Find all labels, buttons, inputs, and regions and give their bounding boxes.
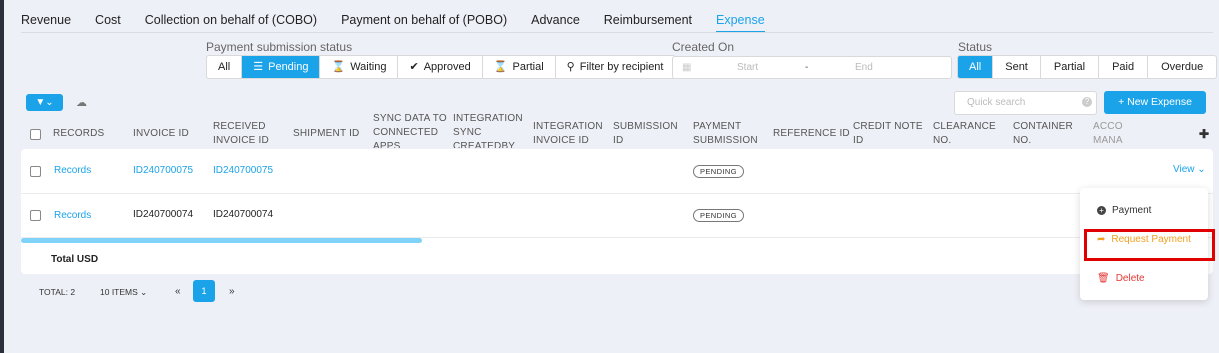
horizontal-scrollbar[interactable] bbox=[21, 238, 422, 243]
table-body bbox=[21, 149, 1213, 274]
status-badge: PENDING bbox=[693, 165, 744, 178]
payment-status-all[interactable]: All bbox=[207, 56, 243, 78]
col-payment-submission[interactable]: PAYMENT SUBMISSION bbox=[693, 120, 763, 148]
menu-item-payment-label: Payment bbox=[1112, 205, 1152, 216]
status-partial[interactable]: Partial bbox=[1041, 56, 1100, 78]
tab-revenue[interactable]: Revenue bbox=[21, 10, 71, 33]
check-icon: ✔ bbox=[409, 61, 419, 73]
received-invoice-id-link[interactable]: ID240700075 bbox=[213, 165, 273, 176]
payment-status-all-label: All bbox=[218, 61, 231, 73]
col-invoice-id[interactable]: INVOICE ID bbox=[133, 127, 189, 141]
col-integration-invoice-id[interactable]: INTEGRATION INVOICE ID bbox=[533, 120, 605, 148]
records-link[interactable]: Records bbox=[54, 165, 91, 176]
col-credit-note-id[interactable]: CREDIT NOTE ID bbox=[853, 120, 923, 148]
hourglass-icon: ⌛ bbox=[493, 61, 508, 73]
left-sidebar-edge bbox=[0, 0, 4, 353]
col-account-manager[interactable]: ACCO MANA bbox=[1093, 120, 1123, 148]
chevron-down-icon: ⌄ bbox=[140, 287, 148, 297]
received-invoice-id: ID240700074 bbox=[213, 209, 274, 220]
list-icon: ☰ bbox=[253, 61, 264, 73]
row-checkbox[interactable] bbox=[30, 210, 41, 221]
payment-status-partial[interactable]: ⌛ Partial bbox=[483, 56, 556, 78]
tab-cobo[interactable]: Collection on behalf of (COBO) bbox=[145, 10, 317, 33]
row-divider bbox=[21, 193, 1213, 194]
col-received-invoice-id[interactable]: RECEIVED INVOICE ID bbox=[213, 120, 283, 148]
quick-search-input[interactable]: Quick search ? bbox=[954, 91, 1097, 115]
created-on-date-range[interactable]: ▦ Start - End bbox=[672, 56, 952, 79]
quick-search-placeholder: Quick search bbox=[967, 97, 1026, 108]
payment-status-pending[interactable]: ☰ Pending bbox=[242, 56, 321, 78]
menu-item-delete-label: Delete bbox=[1115, 273, 1145, 284]
trash-icon: 🗑 bbox=[1097, 273, 1110, 284]
col-container-no[interactable]: CONTAINER NO. bbox=[1013, 120, 1083, 148]
filter-by-recipient-label: Filter by recipient bbox=[579, 61, 664, 73]
hourglass-icon: ⌛ bbox=[331, 61, 346, 73]
col-submission-id[interactable]: SUBMISSION ID bbox=[613, 120, 678, 148]
status-sent[interactable]: Sent bbox=[993, 56, 1041, 78]
status-all[interactable]: All bbox=[958, 56, 994, 78]
total-usd-label: Total USD bbox=[51, 254, 99, 265]
payment-status-waiting-label: Waiting bbox=[350, 61, 387, 73]
tab-pobo[interactable]: Payment on behalf of (POBO) bbox=[341, 10, 507, 33]
payment-status-label: Payment submission status bbox=[206, 40, 353, 54]
col-records[interactable]: RECORDS bbox=[53, 127, 104, 141]
filter-by-recipient[interactable]: ⚲ Filter by recipient bbox=[556, 56, 675, 78]
col-clearance-no[interactable]: CLEARANCE NO. bbox=[933, 120, 1003, 148]
calendar-icon: ▦ bbox=[682, 62, 692, 73]
records-link[interactable]: Records bbox=[54, 210, 91, 221]
search-icon: ⚲ bbox=[566, 61, 575, 73]
select-all-checkbox[interactable] bbox=[30, 129, 41, 140]
status-paid[interactable]: Paid bbox=[1099, 56, 1149, 78]
help-icon: ? bbox=[1082, 97, 1092, 107]
status-label: Status bbox=[958, 40, 993, 54]
chevron-down-icon: ⌄ bbox=[1197, 164, 1206, 175]
highlight-box bbox=[1084, 229, 1215, 261]
payment-status-segment: All ☰ Pending ⌛ Waiting ✔ Approved ⌛ Partial… bbox=[206, 55, 676, 79]
date-separator: - bbox=[805, 62, 809, 73]
date-end[interactable]: End bbox=[855, 62, 873, 73]
menu-item-payment[interactable]: + Payment bbox=[1097, 205, 1151, 216]
payment-status-approved[interactable]: ✔ Approved bbox=[398, 56, 483, 78]
cloud-download-icon[interactable]: ☁ bbox=[76, 96, 87, 109]
menu-item-delete[interactable]: 🗑 Delete bbox=[1097, 273, 1145, 284]
prev-page-button[interactable]: « bbox=[175, 286, 181, 297]
tab-cost[interactable]: Cost bbox=[95, 10, 121, 33]
filter-icon: ▼⌄ bbox=[35, 97, 54, 108]
payment-status-pending-label: Pending bbox=[268, 61, 309, 73]
page-size-label: 10 ITEMS bbox=[100, 287, 138, 297]
tab-bar: Revenue Cost Collection on behalf of (CO… bbox=[21, 10, 789, 33]
row-checkbox[interactable] bbox=[30, 166, 41, 177]
page-1-button[interactable]: 1 bbox=[193, 280, 215, 302]
col-shipment-id[interactable]: SHIPMENT ID bbox=[293, 127, 359, 141]
view-dropdown-button[interactable]: View ⌄ bbox=[1173, 164, 1206, 175]
plus-circle-icon: + bbox=[1097, 206, 1106, 215]
total-count: TOTAL: 2 bbox=[39, 287, 76, 297]
tabs-divider bbox=[21, 32, 1213, 33]
filter-button[interactable]: ▼⌄ bbox=[26, 94, 63, 111]
next-page-button[interactable]: » bbox=[229, 286, 235, 297]
invoice-id: ID240700074 bbox=[133, 209, 194, 220]
tab-expense[interactable]: Expense bbox=[716, 10, 765, 33]
date-start[interactable]: Start bbox=[737, 62, 758, 73]
tab-reimbursement[interactable]: Reimbursement bbox=[604, 10, 692, 33]
col-integration-sync[interactable]: INTEGRATION SYNC CREATEDBY bbox=[453, 112, 523, 148]
new-expense-button[interactable]: + New Expense bbox=[1104, 91, 1206, 114]
col-reference-id[interactable]: REFERENCE ID bbox=[773, 127, 850, 141]
view-label: View bbox=[1173, 164, 1195, 175]
invoice-id-link[interactable]: ID240700075 bbox=[133, 165, 193, 176]
page-size-select[interactable]: 10 ITEMS ⌄ bbox=[100, 287, 147, 298]
tab-advance[interactable]: Advance bbox=[531, 10, 580, 33]
payment-status-approved-label: Approved bbox=[423, 61, 471, 73]
payment-status-waiting[interactable]: ⌛ Waiting bbox=[320, 56, 399, 78]
status-badge: PENDING bbox=[693, 209, 744, 222]
created-on-label: Created On bbox=[672, 40, 735, 54]
add-column-icon[interactable]: ✚ bbox=[1199, 127, 1209, 141]
status-segment: All Sent Partial Paid Overdue bbox=[957, 55, 1218, 79]
col-sync-data[interactable]: SYNC DATA TO CONNECTED APPS bbox=[373, 112, 447, 148]
status-overdue[interactable]: Overdue bbox=[1148, 56, 1216, 78]
payment-status-partial-label: Partial bbox=[512, 61, 544, 73]
